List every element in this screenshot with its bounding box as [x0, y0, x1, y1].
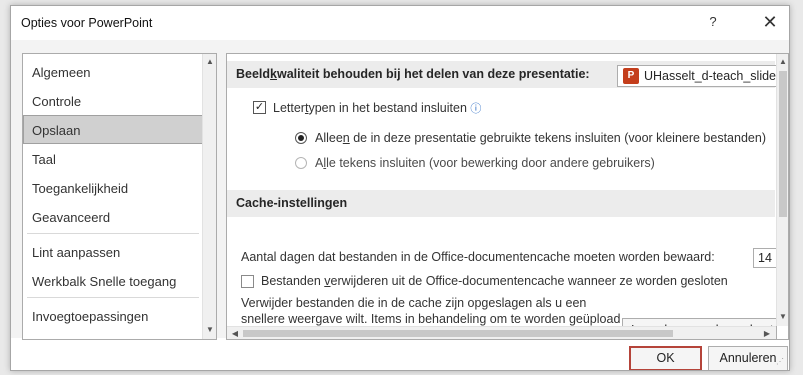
help-button[interactable]: ?	[703, 14, 723, 34]
divider	[27, 233, 199, 234]
settings-pane: Beeldkwaliteit behouden bij het delen va…	[226, 53, 789, 340]
delete-cache-label[interactable]: Bestanden verwijderen uit de Office-docu…	[261, 274, 728, 288]
scroll-up-icon[interactable]: ▲	[776, 55, 788, 69]
cache-days-label: Aantal dagen dat bestanden in de Office-…	[241, 250, 715, 264]
powerpoint-icon: P	[623, 68, 639, 84]
sidebar-item-lint-aanpassen[interactable]: Lint aanpassen	[23, 237, 203, 266]
sidebar-item-controle[interactable]: Controle	[23, 86, 203, 115]
cache-days-input[interactable]: 14	[753, 248, 777, 268]
category-nav: Algemeen Controle Opslaan Taal Toegankel…	[23, 57, 203, 339]
scroll-thumb[interactable]	[779, 71, 787, 217]
title-bar: Opties voor PowerPoint ? ✕	[11, 6, 789, 40]
embed-all-chars-radio[interactable]	[295, 157, 307, 169]
embed-fonts-checkbox[interactable]: ✓	[253, 101, 266, 114]
scroll-right-icon[interactable]: ▶	[760, 327, 774, 339]
info-icon: ⓘ	[470, 103, 482, 115]
scroll-up-icon[interactable]: ▲	[203, 55, 216, 69]
sidebar-item-opslaan[interactable]: Opslaan	[23, 115, 203, 144]
ok-button[interactable]: OK	[629, 346, 702, 370]
sidebar-item-vertrouwenscentrum[interactable]: Vertrouwenscentrum	[23, 330, 203, 339]
divider	[27, 297, 199, 298]
dialog-body: Algemeen Controle Opslaan Taal Toegankel…	[11, 40, 789, 340]
sidebar-item-invoegtoepassingen[interactable]: Invoegtoepassingen	[23, 301, 203, 330]
content-vertical-scrollbar[interactable]: ▲ ▼	[776, 54, 788, 326]
presentation-select[interactable]: P UHasselt_d-teach_slides	[617, 65, 777, 87]
category-list: Algemeen Controle Opslaan Taal Toegankel…	[22, 53, 217, 340]
fidelity-heading: Beeldkwaliteit behouden bij het delen va…	[236, 67, 590, 81]
cache-section-header: Cache-instellingen	[227, 190, 775, 217]
content-horizontal-scrollbar[interactable]: ◀ ▶	[227, 326, 776, 339]
sidebar-item-algemeen[interactable]: Algemeen	[23, 57, 203, 86]
embed-used-chars-label[interactable]: Alleen de in deze presentatie gebruikte …	[315, 131, 766, 145]
scroll-down-icon[interactable]: ▼	[203, 323, 216, 337]
options-dialog: Opties voor PowerPoint ? ✕ Algemeen Cont…	[10, 5, 790, 371]
embed-all-chars-label[interactable]: Alle tekens insluiten (voor bewerking do…	[315, 156, 655, 170]
scroll-thumb-horizontal[interactable]	[243, 330, 673, 337]
embed-used-chars-radio[interactable]	[295, 132, 307, 144]
scroll-down-icon[interactable]: ▼	[776, 310, 788, 324]
dialog-title: Opties voor PowerPoint	[21, 16, 153, 30]
delete-cache-checkbox[interactable]	[241, 275, 254, 288]
sidebar-item-geavanceerd[interactable]: Geavanceerd	[23, 202, 203, 231]
close-button[interactable]: ✕	[759, 12, 781, 34]
sidebar-item-toegankelijkheid[interactable]: Toegankelijkheid	[23, 173, 203, 202]
sidebar-item-werkbalk-snelle-toegang[interactable]: Werkbalk Snelle toegang	[23, 266, 203, 295]
embed-fonts-label[interactable]: Lettertypen in het bestand insluiten ⓘ	[273, 100, 481, 116]
resize-grip-icon[interactable]: ⋰	[776, 357, 786, 367]
scroll-left-icon[interactable]: ◀	[228, 327, 242, 339]
sidebar-item-taal[interactable]: Taal	[23, 144, 203, 173]
presentation-select-value: UHasselt_d-teach_slides	[644, 69, 777, 83]
fidelity-section-header: Beeldkwaliteit behouden bij het delen va…	[227, 61, 777, 88]
sidebar-scrollbar[interactable]: ▲ ▼	[202, 54, 216, 339]
